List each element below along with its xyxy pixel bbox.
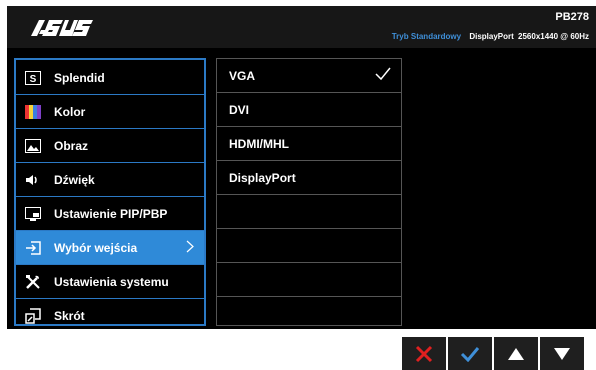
menu-item-shortcut[interactable]: Skrót xyxy=(16,299,204,332)
speaker-icon xyxy=(24,171,42,189)
model-name: PB278 xyxy=(555,11,589,23)
menu-item-obraz[interactable]: Obraz xyxy=(16,129,204,162)
tools-icon xyxy=(24,273,42,291)
asus-logo xyxy=(31,20,93,36)
close-button[interactable] xyxy=(402,337,446,370)
menu-item-label: Kolor xyxy=(54,104,86,119)
up-button[interactable] xyxy=(494,337,538,370)
menu-item-system-settings[interactable]: Ustawienia systemu xyxy=(16,265,204,298)
menu-item-kolor[interactable]: Kolor xyxy=(16,95,204,128)
submenu-item-label: HDMI/MHL xyxy=(229,136,289,151)
menu-item-label: Skrót xyxy=(54,308,85,323)
pip-icon xyxy=(24,205,42,223)
down-arrow-icon xyxy=(554,347,570,360)
submenu-item-label: DVI xyxy=(229,102,250,117)
up-arrow-icon xyxy=(508,347,524,360)
submenu-item-empty xyxy=(217,263,401,296)
menu-item-splendid[interactable]: S Splendid xyxy=(16,61,204,94)
image-icon xyxy=(24,137,42,155)
submenu-item-hdmi-mhl[interactable]: HDMI/MHL xyxy=(217,127,401,160)
input-submenu: VGA DVI HDMI/MHL DisplayPort xyxy=(216,58,402,326)
resolution-label: 2560x1440 @ 60Hz xyxy=(518,32,589,41)
splendid-icon: S xyxy=(24,69,42,87)
menu-item-label: Ustawienie PIP/PBP xyxy=(54,206,168,221)
status-bar: Tryb Standardowy DisplayPort 2560x1440 @… xyxy=(392,32,589,41)
menu-item-label: Obraz xyxy=(54,138,89,153)
down-button[interactable] xyxy=(540,337,584,370)
submenu-item-vga[interactable]: VGA xyxy=(217,59,401,92)
osd-panel: PB278 Tryb Standardowy DisplayPort 2560x… xyxy=(7,6,596,329)
checkmark-icon xyxy=(375,67,391,81)
input-select-icon xyxy=(24,239,42,257)
menu-item-input-select[interactable]: Wybór wejścia xyxy=(16,231,204,264)
submenu-item-displayport[interactable]: DisplayPort xyxy=(217,161,401,194)
menu-item-pip-pbp[interactable]: Ustawienie PIP/PBP xyxy=(16,197,204,230)
submenu-item-label: VGA xyxy=(229,68,256,83)
chevron-right-icon xyxy=(186,240,194,253)
menu-item-label: Ustawienia systemu xyxy=(54,274,169,289)
submenu-item-empty xyxy=(217,195,401,228)
mode-label: Tryb Standardowy xyxy=(391,32,462,41)
menu-item-dzwiek[interactable]: Dźwięk xyxy=(16,163,204,196)
osd-key-bar xyxy=(402,337,586,370)
submenu-item-empty xyxy=(217,297,401,330)
menu-item-label: Dźwięk xyxy=(54,172,95,187)
submenu-item-label: DisplayPort xyxy=(229,170,296,185)
input-label: DisplayPort xyxy=(469,32,514,41)
confirm-icon xyxy=(460,346,480,362)
confirm-button[interactable] xyxy=(448,337,492,370)
menu-item-label: Splendid xyxy=(54,70,105,85)
shortcut-icon xyxy=(24,307,42,325)
submenu-item-dvi[interactable]: DVI xyxy=(217,93,401,126)
color-icon xyxy=(24,103,42,121)
svg-text:S: S xyxy=(30,74,37,85)
main-menu: S Splendid Kolor Obraz Dźwięk Ustawienie… xyxy=(14,58,206,326)
osd-header: PB278 Tryb Standardowy DisplayPort 2560x… xyxy=(7,6,596,48)
submenu-item-empty xyxy=(217,229,401,262)
menu-item-label: Wybór wejścia xyxy=(54,240,138,255)
close-icon xyxy=(415,345,433,362)
